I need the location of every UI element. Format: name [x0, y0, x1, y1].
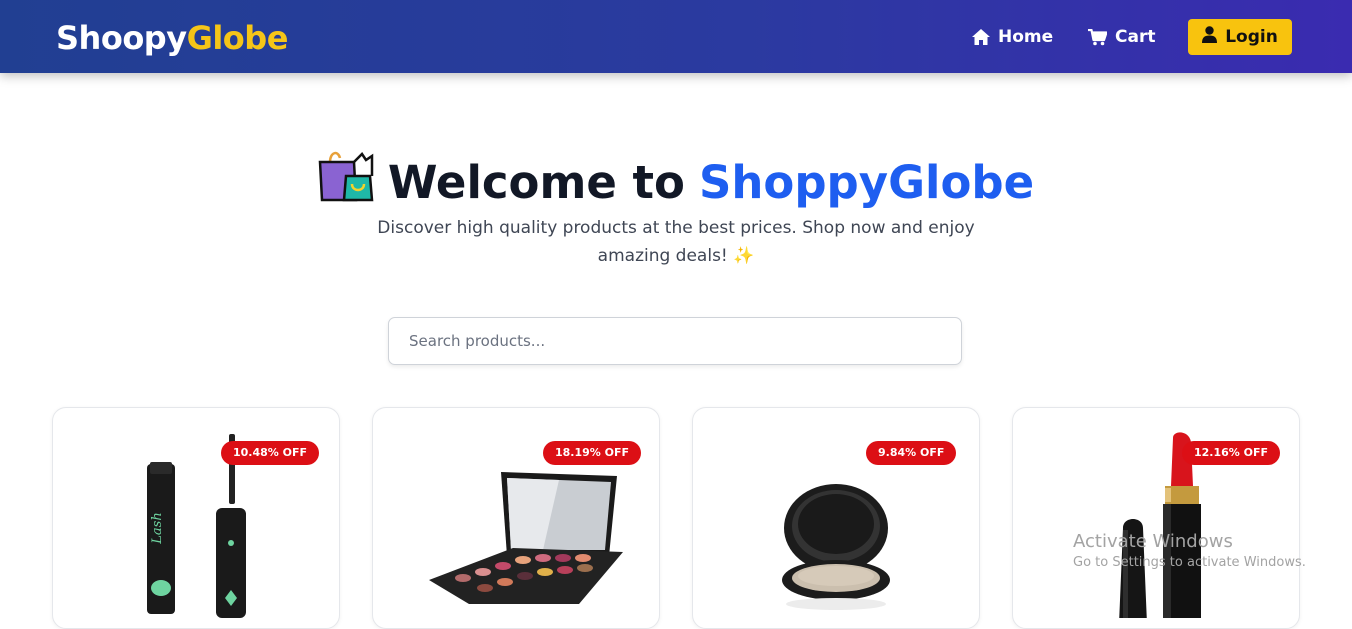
hero-title-brand: ShoppyGlobe [698, 156, 1035, 209]
product-card[interactable]: 12.16% OFF [1012, 407, 1300, 629]
discount-badge: 10.48% OFF [221, 441, 320, 465]
product-card[interactable]: 18.19% OFF [372, 407, 660, 629]
nav-cart-link[interactable]: Cart [1088, 26, 1155, 48]
svg-text:Lash: Lash [150, 512, 165, 544]
site-logo[interactable]: ShoopyGlobe [56, 18, 288, 58]
user-icon [1202, 26, 1218, 48]
nav-cart-label: Cart [1115, 27, 1156, 47]
login-label: Login [1225, 27, 1278, 47]
product-card[interactable]: 9.84% OFF [692, 407, 980, 629]
hero-title-prefix: Welcome to [387, 156, 685, 209]
logo-text-part2: Globe [186, 19, 289, 57]
discount-badge: 18.19% OFF [543, 441, 642, 465]
home-icon [972, 29, 990, 45]
search-input[interactable] [388, 317, 962, 365]
discount-badge: 9.84% OFF [866, 441, 957, 465]
login-button[interactable]: Login [1188, 19, 1292, 55]
logo-text-part1: Shoopy [56, 19, 187, 57]
hero-subtitle: Discover high quality products at the be… [377, 218, 975, 266]
shopping-bags-icon [318, 148, 374, 218]
navbar: ShoopyGlobe Home Cart Login [0, 0, 1352, 73]
product-card[interactable]: Lash 10.48% OFF [52, 407, 340, 629]
cart-icon [1088, 28, 1107, 46]
nav-home-link[interactable]: Home [972, 26, 1053, 48]
hero-title: Welcome to ShoppyGlobe [0, 148, 1352, 218]
nav-home-label: Home [998, 27, 1054, 47]
discount-badge: 12.16% OFF [1182, 441, 1281, 465]
